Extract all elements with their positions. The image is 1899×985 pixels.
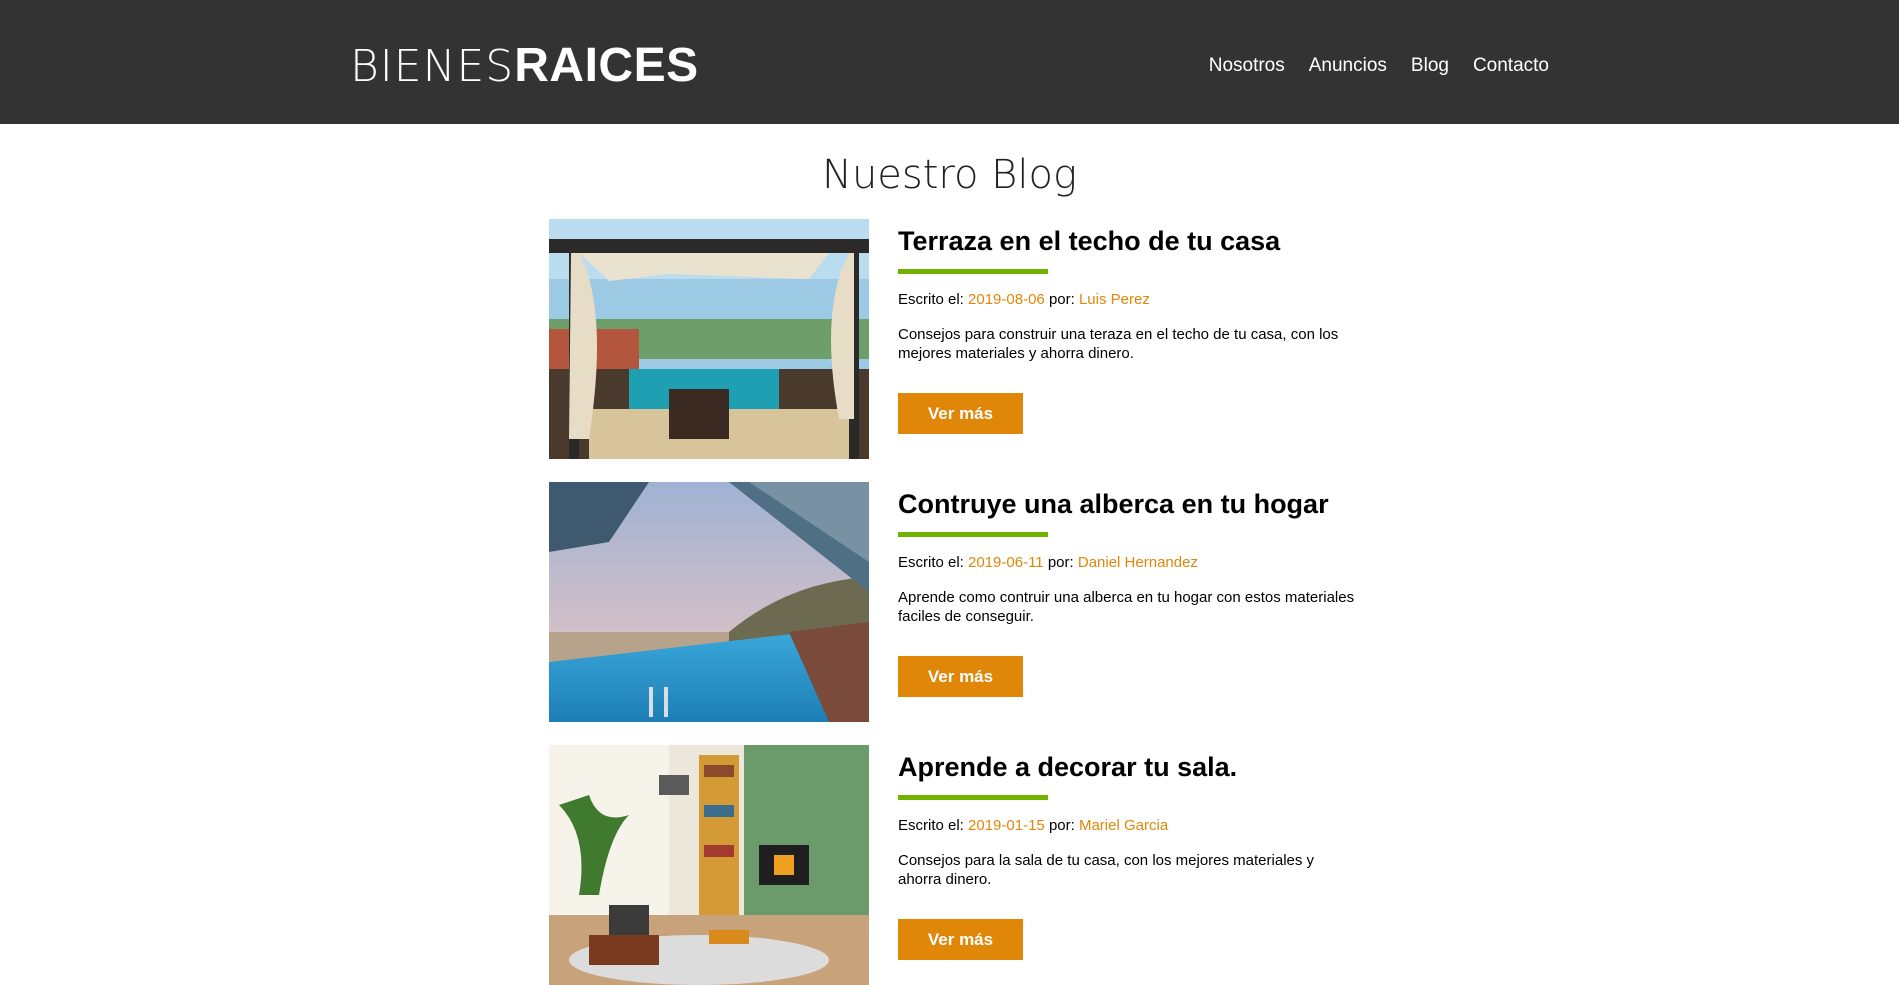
post-content: Aprende a decorar tu sala. Escrito el: 2… (898, 745, 1358, 960)
site-logo[interactable]: BIENES RAICES (350, 38, 699, 93)
post-content: Contruye una alberca en tu hogar Escrito… (898, 482, 1358, 697)
post-date: 2019-01-15 (968, 817, 1045, 834)
post-meta: Escrito el: 2019-06-11 por: Daniel Herna… (898, 553, 1358, 573)
post-title[interactable]: Aprende a decorar tu sala. (898, 747, 1358, 787)
written-label: Escrito el: (898, 554, 964, 571)
post-title[interactable]: Contruye una alberca en tu hogar (898, 484, 1358, 524)
nav-link-nosotros[interactable]: Nosotros (1209, 52, 1285, 80)
title-underline (898, 795, 1048, 800)
main-nav: Nosotros Anuncios Blog Contacto (1209, 52, 1549, 80)
blog-post: Aprende a decorar tu sala. Escrito el: 2… (549, 745, 1349, 985)
read-more-button[interactable]: Ver más (898, 919, 1023, 960)
by-label: por: (1047, 554, 1074, 571)
blog-post: Terraza en el techo de tu casa Escrito e… (549, 219, 1349, 459)
post-content: Terraza en el techo de tu casa Escrito e… (898, 219, 1358, 434)
nav-link-contacto[interactable]: Contacto (1473, 52, 1549, 80)
post-image-pool[interactable] (549, 482, 869, 722)
post-meta: Escrito el: 2019-08-06 por: Luis Perez (898, 290, 1358, 310)
nav-link-blog[interactable]: Blog (1411, 52, 1449, 80)
post-image-living-room[interactable] (549, 745, 869, 985)
post-meta: Escrito el: 2019-01-15 por: Mariel Garci… (898, 816, 1358, 836)
nav-link-anuncios[interactable]: Anuncios (1309, 52, 1387, 80)
post-title[interactable]: Terraza en el techo de tu casa (898, 221, 1358, 261)
by-label: por: (1048, 291, 1075, 308)
logo-bold-text: RAICES (514, 39, 699, 92)
post-image-terrace[interactable] (549, 219, 869, 459)
title-underline (898, 269, 1048, 274)
post-date: 2019-08-06 (968, 291, 1045, 308)
post-author: Mariel Garcia (1078, 817, 1169, 834)
title-underline (898, 532, 1048, 537)
post-author: Daniel Hernandez (1077, 554, 1198, 571)
site-header: BIENES RAICES Nosotros Anuncios Blog Cont… (0, 0, 1899, 124)
post-date: 2019-06-11 (968, 554, 1044, 571)
written-label: Escrito el: (898, 817, 964, 834)
post-description: Aprende como contruir una alberca en tu … (898, 589, 1355, 625)
post-description: Consejos para construir una teraza en el… (898, 326, 1339, 362)
post-description: Consejos para la sala de tu casa, con lo… (898, 852, 1315, 888)
written-label: Escrito el: (898, 291, 964, 308)
read-more-button[interactable]: Ver más (898, 393, 1023, 434)
blog-post: Contruye una alberca en tu hogar Escrito… (549, 482, 1354, 722)
page-title: Nuestro Blog (822, 152, 1077, 198)
post-author: Luis Perez (1078, 291, 1150, 308)
by-label: por: (1048, 817, 1075, 834)
read-more-button[interactable]: Ver más (898, 656, 1023, 697)
logo-light-text: BIENES (350, 41, 515, 92)
